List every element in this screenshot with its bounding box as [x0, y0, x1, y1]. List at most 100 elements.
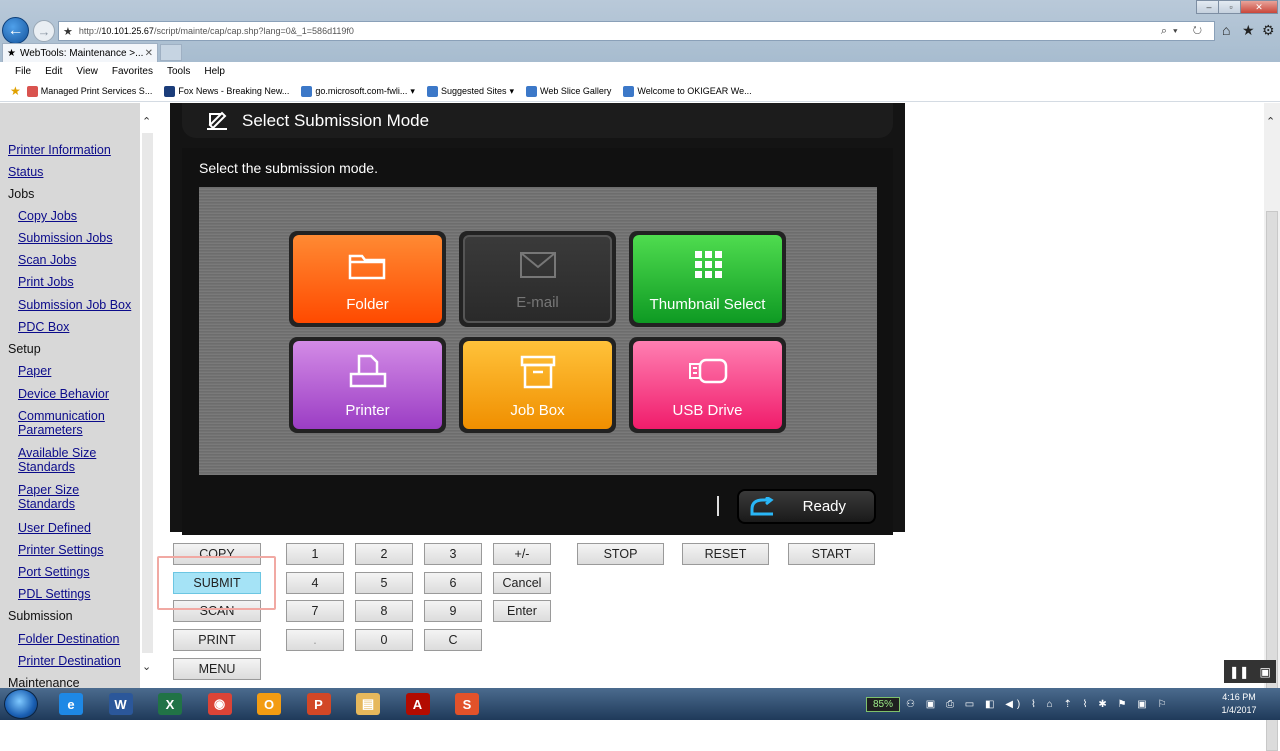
numpad-key[interactable]: 4: [286, 571, 344, 594]
mode-tile-thumbnail-select[interactable]: Thumbnail Select: [629, 231, 786, 327]
nav-scroll-thumb[interactable]: [142, 133, 153, 653]
settings-gear-icon[interactable]: ⚙: [1262, 22, 1275, 39]
favorite-link[interactable]: Suggested Sites ▾: [426, 85, 514, 97]
battery-indicator[interactable]: 85%: [866, 696, 901, 712]
favorite-link[interactable]: Welcome to OKIGEAR We...: [623, 85, 752, 97]
nav-print-jobs[interactable]: Print Jobs: [18, 275, 138, 289]
menu-view[interactable]: View: [76, 66, 98, 77]
back-button[interactable]: ←: [2, 17, 29, 44]
nav-printer-destination[interactable]: Printer Destination: [18, 654, 138, 668]
taskbar-app[interactable]: A: [398, 690, 438, 718]
nav-pdl-settings[interactable]: PDL Settings: [18, 587, 138, 601]
nav-scrollbar[interactable]: ⌃ ⌄: [140, 103, 155, 688]
favorites-star-icon[interactable]: ★: [1242, 22, 1255, 39]
ready-status-button[interactable]: Ready: [737, 489, 876, 524]
numpad-key[interactable]: 2: [355, 543, 413, 565]
forward-button[interactable]: →: [33, 20, 55, 42]
video-player-controls[interactable]: ❚❚ ▣: [1224, 660, 1276, 683]
menu-help[interactable]: Help: [204, 66, 225, 77]
dropdown-caret-icon[interactable]: ▾: [410, 86, 415, 97]
nav-paper[interactable]: Paper: [18, 364, 138, 378]
stop-button[interactable]: STOP: [577, 543, 664, 565]
mode-tile-usb-drive[interactable]: USB Drive: [629, 337, 786, 433]
reset-button[interactable]: RESET: [682, 543, 769, 565]
nav-scan-jobs[interactable]: Scan Jobs: [18, 253, 138, 267]
close-button[interactable]: ✕: [1240, 0, 1278, 14]
close-tab-icon[interactable]: ✕: [145, 48, 153, 59]
scroll-down-icon[interactable]: ⌄: [142, 660, 151, 673]
favorite-page-icon: [623, 85, 635, 97]
page-scroll-up-icon[interactable]: ⌃: [1266, 115, 1275, 128]
nav-printer-information[interactable]: Printer Information: [8, 143, 111, 157]
address-tools[interactable]: ⌕▾ ↻: [1161, 25, 1208, 38]
nav-port-settings[interactable]: Port Settings: [18, 565, 138, 579]
nav-pdc-box[interactable]: PDC Box: [18, 320, 138, 334]
powerpoint-icon: P: [306, 693, 331, 715]
nav-folder-destination[interactable]: Folder Destination: [18, 632, 138, 646]
numpad-key[interactable]: 1: [286, 543, 344, 565]
menu-tools[interactable]: Tools: [167, 66, 190, 77]
favorite-link[interactable]: Web Slice Gallery: [526, 85, 611, 97]
nav-available-size-standards[interactable]: Available Size Standards: [18, 446, 138, 474]
dropdown-caret-icon[interactable]: ▾: [509, 86, 514, 97]
mode-tile-printer[interactable]: Printer: [289, 337, 446, 433]
numpad-key[interactable]: 6: [424, 571, 482, 594]
favorite-page-icon: [426, 85, 438, 97]
taskbar-app[interactable]: ◉: [200, 690, 240, 718]
menu-edit[interactable]: Edit: [45, 66, 62, 77]
numpad-key[interactable]: 9: [424, 600, 482, 623]
mode-key-print[interactable]: PRINT: [173, 629, 261, 652]
nav-device-behavior[interactable]: Device Behavior: [18, 387, 138, 401]
taskbar-app[interactable]: ▤: [348, 690, 388, 718]
numpad-key[interactable]: 0: [355, 629, 413, 652]
status-separator: [717, 496, 719, 516]
favorite-link[interactable]: Fox News - Breaking New...: [164, 85, 289, 97]
numpad-key[interactable]: 7: [286, 600, 344, 623]
nav-submission-job-box[interactable]: Submission Job Box: [18, 298, 138, 312]
mode-key-menu[interactable]: MENU: [173, 657, 261, 680]
tray-icons[interactable]: ⚇ ▣ ⎙ ▭ ◧ ◀) ⌇ ⌂ ⇡ ⌇ ✱ ⚑ ▣ ⚐: [906, 699, 1170, 710]
mode-tile-folder[interactable]: Folder: [289, 231, 446, 327]
taskbar-app[interactable]: S: [447, 690, 487, 718]
taskbar-app[interactable]: P: [299, 690, 339, 718]
pause-icon[interactable]: ❚❚: [1229, 665, 1249, 679]
numpad-key[interactable]: 3: [424, 543, 482, 565]
numpad-key[interactable]: 5: [355, 571, 413, 594]
nav-paper-size-standards[interactable]: Paper Size Standards: [18, 483, 138, 511]
numpad-key[interactable]: +/-: [493, 543, 551, 565]
taskbar-app[interactable]: X: [150, 690, 190, 718]
nav-submission-jobs[interactable]: Submission Jobs: [18, 231, 138, 245]
nav-status[interactable]: Status: [8, 165, 43, 179]
fullscreen-icon[interactable]: ▣: [1260, 665, 1271, 679]
nav-printer-settings[interactable]: Printer Settings: [18, 543, 138, 557]
add-favorite-icon[interactable]: ★: [10, 84, 21, 98]
taskbar-app[interactable]: W: [101, 690, 141, 718]
nav-copy-jobs[interactable]: Copy Jobs: [18, 209, 138, 223]
clock[interactable]: 4:16 PM 1/4/2017: [1214, 691, 1264, 717]
favicon-star-icon: ★: [63, 25, 73, 38]
numpad-key[interactable]: C: [424, 629, 482, 652]
nav-user-defined[interactable]: User Defined: [18, 521, 138, 535]
mode-tile-job-box[interactable]: Job Box: [459, 337, 616, 433]
new-tab-button[interactable]: [160, 44, 182, 61]
windows-taskbar: e W X ◉ O P ▤ A S 85% ⚇ ▣ ⎙ ▭ ◧ ◀) ⌇ ⌂ ⇡ ⌇ ✱ ⚑ ▣…: [0, 688, 1280, 720]
browser-tab[interactable]: ★ WebTools: Maintenance >... ✕: [2, 43, 158, 62]
favorite-link[interactable]: go.microsoft.com-fwli... ▾: [301, 85, 415, 97]
menu-favorites[interactable]: Favorites: [112, 66, 153, 77]
start-button[interactable]: START: [788, 543, 875, 565]
scroll-up-icon[interactable]: ⌃: [142, 115, 151, 128]
page-scrollbar[interactable]: ⌃: [1264, 103, 1280, 751]
home-icon[interactable]: ⌂: [1222, 22, 1230, 38]
numpad-key[interactable]: Cancel: [493, 571, 551, 594]
numpad-key[interactable]: .: [286, 629, 344, 652]
taskbar-app[interactable]: O: [249, 690, 289, 718]
taskbar-app[interactable]: e: [51, 690, 91, 718]
start-button[interactable]: [4, 689, 38, 719]
nav-communication-parameters[interactable]: Communication Parameters: [18, 409, 138, 437]
numpad-key[interactable]: Enter: [493, 600, 551, 623]
menu-file[interactable]: File: [15, 66, 31, 77]
numpad-key[interactable]: 8: [355, 600, 413, 623]
url-host: 10.101.25.67: [101, 26, 154, 36]
favorite-link[interactable]: Managed Print Services S...: [26, 85, 152, 97]
address-bar[interactable]: ★ http://10.101.25.67/script/mainte/cap/…: [58, 21, 1215, 41]
